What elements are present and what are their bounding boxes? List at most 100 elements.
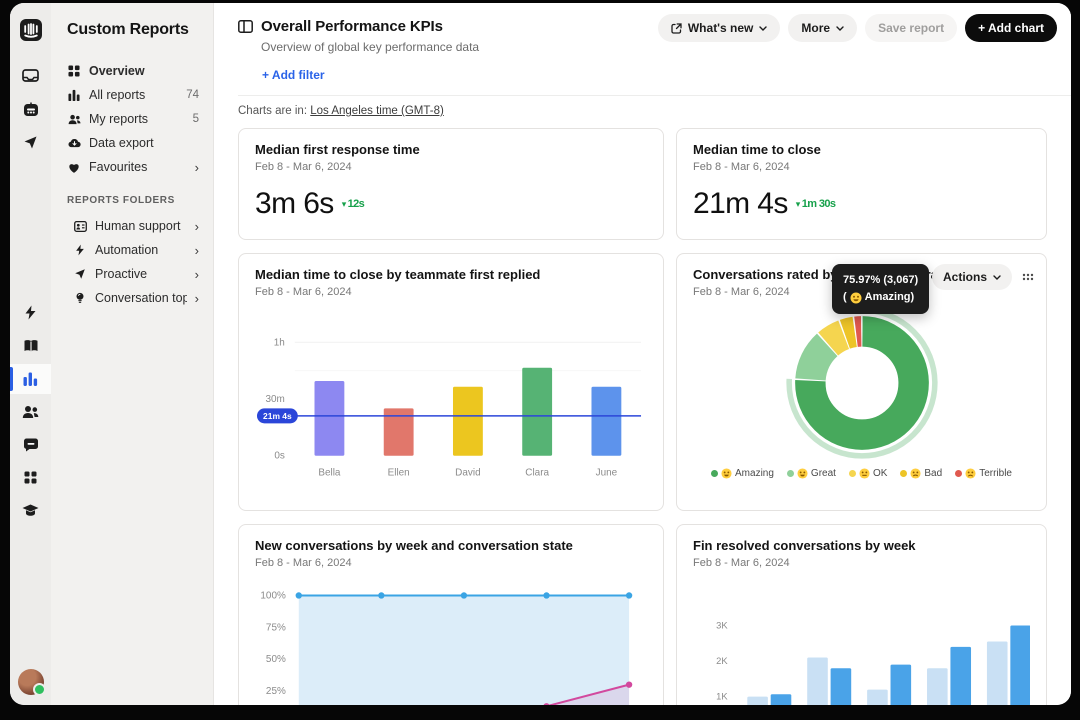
svg-text:100%: 100% [260,590,286,601]
legend-dot [955,470,962,477]
svg-text:1K: 1K [716,691,728,701]
teammate-bar-chart[interactable]: 0s30m1hBellaEllenDavidClaraJune21m 4s [255,306,647,486]
count-badge: 5 [193,113,199,125]
sidebar-folder-automation[interactable]: Automation › [63,238,203,262]
sidebar-folder-conversation-topics[interactable]: Conversation topics › [63,286,203,310]
rail-apps[interactable] [10,463,51,493]
fin-resolved-bar-chart[interactable]: 1K2K3K [693,577,1030,705]
card-title: Median first response time [255,142,647,157]
sidebar-folder-human-support[interactable]: Human support › [63,214,203,238]
svg-text:Bella: Bella [318,468,341,479]
chevron-right-icon: › [195,220,199,233]
sidebar-item-my-reports[interactable]: My reports 5 [63,107,203,131]
grid-icon [67,65,81,77]
sidebar-item-data-export[interactable]: Data export [63,131,203,155]
card-title: Median time to close [693,142,1030,157]
rail-reports[interactable] [10,364,51,394]
rail-contacts[interactable] [10,397,51,427]
kpi-value: 21m 4s ▾1m 30s [693,187,1030,221]
trend-down-icon: ▾ [796,199,800,210]
svg-text:Clara: Clara [525,468,549,479]
emoji-bad-icon [910,468,921,479]
more-button[interactable]: More [788,14,857,42]
custom-reports-sidebar: Custom Reports Overview All reports 74 M… [51,3,213,705]
svg-text:50%: 50% [266,654,286,665]
sidebar-item-label: Proactive [95,267,187,281]
svg-text:Ellen: Ellen [388,468,410,479]
card-date-range: Feb 8 - Mar 6, 2024 [255,286,647,298]
rail-fin[interactable] [10,94,51,124]
rail-academy[interactable] [10,496,51,526]
card-date-range: Feb 8 - Mar 6, 2024 [693,161,1030,173]
sidebar-item-label: Favourites [89,160,187,174]
rail-outbound[interactable] [10,127,51,157]
chart-card-fin-resolved: Fin resolved conversations by week Feb 8… [676,524,1047,705]
graduation-cap-icon [22,504,39,517]
people-icon [67,114,81,125]
weekly-state-area-chart[interactable]: 100%75%50%25% [255,577,647,705]
sidebar-item-overview[interactable]: Overview [63,59,203,83]
book-icon [23,339,39,353]
trend-down-icon: ▾ [342,199,346,210]
svg-text:21m 4s: 21m 4s [263,411,292,421]
rail-conversations[interactable] [10,430,51,460]
rail-knowledge[interactable] [10,331,51,361]
whats-new-button[interactable]: What's new [658,14,781,42]
people-icon [22,405,39,419]
card-title: Median time to close by teammate first r… [255,267,647,282]
save-report-button[interactable]: Save report [865,14,957,42]
kpi-value: 3m 6s ▾12s [255,187,647,221]
emoji-amazing-icon [721,468,732,479]
chevron-down-icon [993,275,1001,280]
emoji-terrible-icon [965,468,976,479]
card-date-range: Feb 8 - Mar 6, 2024 [255,557,647,569]
emoji-ok-icon [859,468,870,479]
main-content: Overall Performance KPIs Overview of glo… [213,3,1071,705]
cloud-download-icon [67,138,81,148]
add-filter-link[interactable]: + Add filter [262,68,325,82]
svg-text:June: June [596,468,618,479]
actions-button[interactable]: Actions [932,264,1012,290]
kpi-card-median-first-response: Median first response time Feb 8 - Mar 6… [238,128,664,240]
inbox-icon [22,69,39,84]
lightning-icon [73,244,87,256]
card-title: Fin resolved conversations by week [693,538,1030,553]
kpi-card-median-time-to-close: Median time to close Feb 8 - Mar 6, 2024… [676,128,1047,240]
intercom-logo[interactable] [10,15,51,45]
legend-dot [711,470,718,477]
svg-text:1h: 1h [274,337,285,348]
svg-text:75%: 75% [266,622,286,633]
legend-item[interactable]: Bad [900,468,942,479]
tooltip-value: 75.97% (3,067) [843,272,918,289]
chevron-right-icon: › [195,161,199,174]
legend-item[interactable]: OK [849,468,887,479]
bar-chart-icon [67,89,81,101]
rail-automation[interactable] [10,298,51,328]
page-subtitle: Overview of global key performance data [261,40,1071,54]
person-card-icon [73,221,87,232]
timezone-link[interactable]: Los Angeles time (GMT-8) [310,105,444,117]
card-date-range: Feb 8 - Mar 6, 2024 [255,161,647,173]
user-avatar[interactable] [18,669,44,695]
heart-icon [67,162,81,173]
legend-item[interactable]: Amazing [711,468,774,479]
grid-icon [24,471,37,484]
svg-text:David: David [455,468,480,479]
chart-card-conversations-rated: Conversations rated by conversation rati… [676,253,1047,511]
chart-card-new-conversations-by-week: New conversations by week and conversati… [238,524,664,705]
page-title: Overall Performance KPIs [261,18,443,35]
csat-donut-chart[interactable] [779,300,945,466]
chevron-right-icon: › [195,244,199,257]
sidebar-item-all-reports[interactable]: All reports 74 [63,83,203,107]
sidebar-folder-proactive[interactable]: Proactive › [63,262,203,286]
chevron-right-icon: › [195,268,199,281]
drag-handle-icon[interactable] [1022,273,1034,281]
external-link-icon [671,23,682,34]
add-chart-button[interactable]: + Add chart [965,14,1057,42]
chevron-right-icon: › [195,292,199,305]
svg-text:0s: 0s [274,451,285,462]
legend-item[interactable]: Terrible [955,468,1012,479]
sidebar-item-favourites[interactable]: Favourites › [63,155,203,179]
rail-inbox[interactable] [10,61,51,91]
legend-item[interactable]: Great [787,468,836,479]
